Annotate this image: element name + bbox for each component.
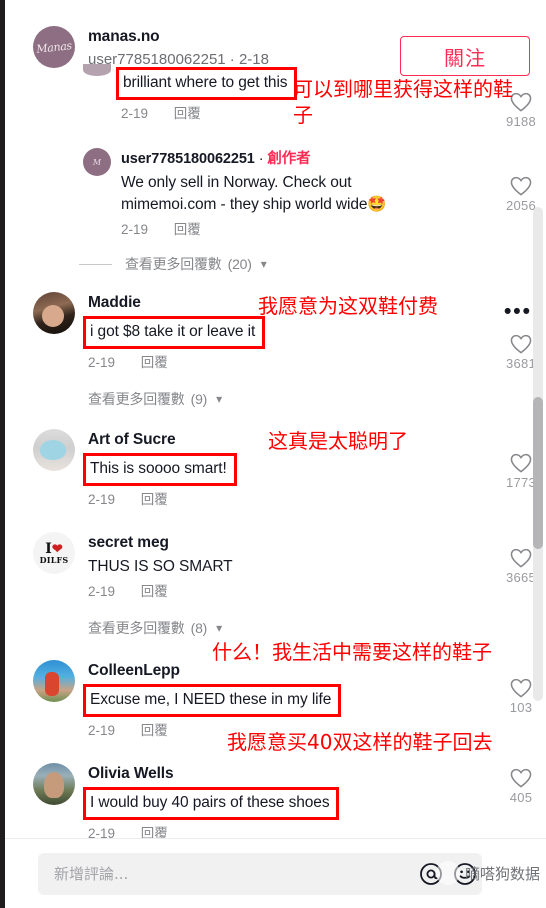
comment-panel: manas.no user7785180062251 · 2-18 關注 bri… xyxy=(0,0,546,908)
view-more-replies-button[interactable]: 查看更多回覆數 (8) ▾ xyxy=(88,618,534,638)
avatar[interactable]: I❤ DILFS xyxy=(33,532,75,574)
comment-date: 2-19 xyxy=(88,492,116,507)
comment-username[interactable]: user7785180062251 · 創作者 xyxy=(121,148,534,170)
comment-text: This is soooo smart! xyxy=(83,453,237,486)
comment-composer: 嘀嗒狗数据 xyxy=(5,838,546,908)
like-control-olivia-wells[interactable]: 405 xyxy=(498,768,544,807)
avatar[interactable] xyxy=(33,660,75,702)
comment-meta: 2-19 回覆 xyxy=(88,490,534,510)
scrollbar-thumb[interactable] xyxy=(533,397,543,549)
thread-dash xyxy=(79,263,112,265)
reply-button[interactable]: 回覆 xyxy=(141,584,168,599)
comment-date: 2-19 xyxy=(88,826,116,838)
comment-date: 2-19 xyxy=(88,355,116,370)
chevron-down-icon: ▾ xyxy=(216,621,222,635)
reply-button[interactable]: 回覆 xyxy=(174,222,201,237)
annotation-text: 我愿意为这双鞋付费 xyxy=(258,294,438,318)
comment-text: We only sell in Norway. Check out mimemo… xyxy=(121,174,387,213)
annotation-text: 这真是太聪明了 xyxy=(268,429,408,453)
comment-text: Excuse me, I NEED these in my life xyxy=(83,684,342,717)
comment-text: THUS IS SO SMART xyxy=(88,558,233,575)
comment-meta: 2-19 回覆 xyxy=(121,220,534,240)
heart-icon[interactable] xyxy=(510,176,532,196)
comment-text: brilliant where to get this xyxy=(116,67,298,100)
heart-icon[interactable] xyxy=(510,334,532,354)
avatar-art: I❤ DILFS xyxy=(39,541,69,565)
comment-date: 2-19 xyxy=(121,106,149,121)
heart-icon[interactable] xyxy=(510,453,532,473)
chevron-down-icon: ▾ xyxy=(260,257,267,271)
avatar[interactable] xyxy=(33,26,75,68)
avatar[interactable] xyxy=(33,292,75,334)
heart-icon[interactable] xyxy=(510,548,532,568)
reply-button[interactable]: 回覆 xyxy=(141,355,168,370)
heart-icon[interactable] xyxy=(510,768,532,788)
reply-count: (8) xyxy=(190,620,208,636)
view-more-label: 查看更多回覆數 xyxy=(88,620,185,636)
comment-text: I would buy 40 pairs of these shoes xyxy=(83,787,340,820)
comment-date: 2-19 xyxy=(88,723,116,738)
avatar[interactable] xyxy=(33,429,75,471)
comment-username[interactable]: Olivia Wells xyxy=(88,763,534,785)
comment-date: 2-19 xyxy=(121,222,149,237)
comment-meta: 2-19 回覆 xyxy=(88,582,534,602)
reply-button[interactable]: 回覆 xyxy=(141,492,168,507)
annotation-text: 什么！我生活中需要这样的鞋子 xyxy=(212,640,492,664)
view-more-label: 查看更多回覆數 xyxy=(88,391,185,407)
comment-date: 2-19 xyxy=(88,584,116,599)
comment-row-secret-meg: I❤ DILFS secret meg THUS IS SO SMART 2-1… xyxy=(5,532,546,638)
reply-count: (9) xyxy=(190,391,208,407)
reply-button[interactable]: 回覆 xyxy=(174,106,201,121)
chevron-down-icon: ▾ xyxy=(216,392,222,406)
reply-count: (20) xyxy=(227,256,252,272)
more-options-button[interactable]: ••• xyxy=(504,301,532,322)
annotation-text: 可以到哪里获得这样的鞋 子 xyxy=(293,77,513,127)
like-count: 3665 xyxy=(505,570,537,585)
avatar[interactable] xyxy=(33,763,75,805)
avatar[interactable] xyxy=(83,64,111,76)
creator-badge: 創作者 xyxy=(267,151,311,167)
view-more-replies-button[interactable]: 查看更多回覆數 (20) ▾ xyxy=(79,254,534,274)
composer-input-wrap[interactable] xyxy=(38,853,482,895)
view-more-label: 查看更多回覆數 xyxy=(125,256,222,272)
comment-meta: 2-19 回覆 xyxy=(88,824,534,838)
comment-username[interactable]: secret meg xyxy=(88,532,534,554)
annotation-text: 我愿意买40双这样的鞋子回去 xyxy=(227,730,493,754)
comment-feed[interactable]: manas.no user7785180062251 · 2-18 關注 bri… xyxy=(5,0,546,838)
comment-row-creator-reply: user7785180062251 · 創作者 We only sell in … xyxy=(5,148,546,274)
heart-icon[interactable] xyxy=(510,678,532,698)
like-count: 2056 xyxy=(505,198,537,213)
watermark-bubble xyxy=(436,861,460,885)
watermark-label: 嘀嗒狗数据 xyxy=(464,865,540,883)
like-count: 1773 xyxy=(505,475,537,490)
like-count: 3681 xyxy=(505,356,537,371)
view-more-replies-button[interactable]: 查看更多回覆數 (9) ▾ xyxy=(88,389,534,409)
scrollbar[interactable] xyxy=(533,207,543,701)
comment-input[interactable] xyxy=(38,865,414,883)
comment-row-olivia-wells: Olivia Wells I would buy 40 pairs of the… xyxy=(5,763,546,838)
avatar[interactable] xyxy=(83,148,111,176)
reply-button[interactable]: 回覆 xyxy=(141,826,168,838)
comment-text: i got $8 take it or leave it xyxy=(83,316,266,349)
comment-meta: 2-19 回覆 xyxy=(88,353,534,373)
reply-button[interactable]: 回覆 xyxy=(141,723,168,738)
username-text: user7785180062251 xyxy=(121,151,255,167)
like-count: 405 xyxy=(509,790,533,805)
like-count: 103 xyxy=(509,700,533,715)
